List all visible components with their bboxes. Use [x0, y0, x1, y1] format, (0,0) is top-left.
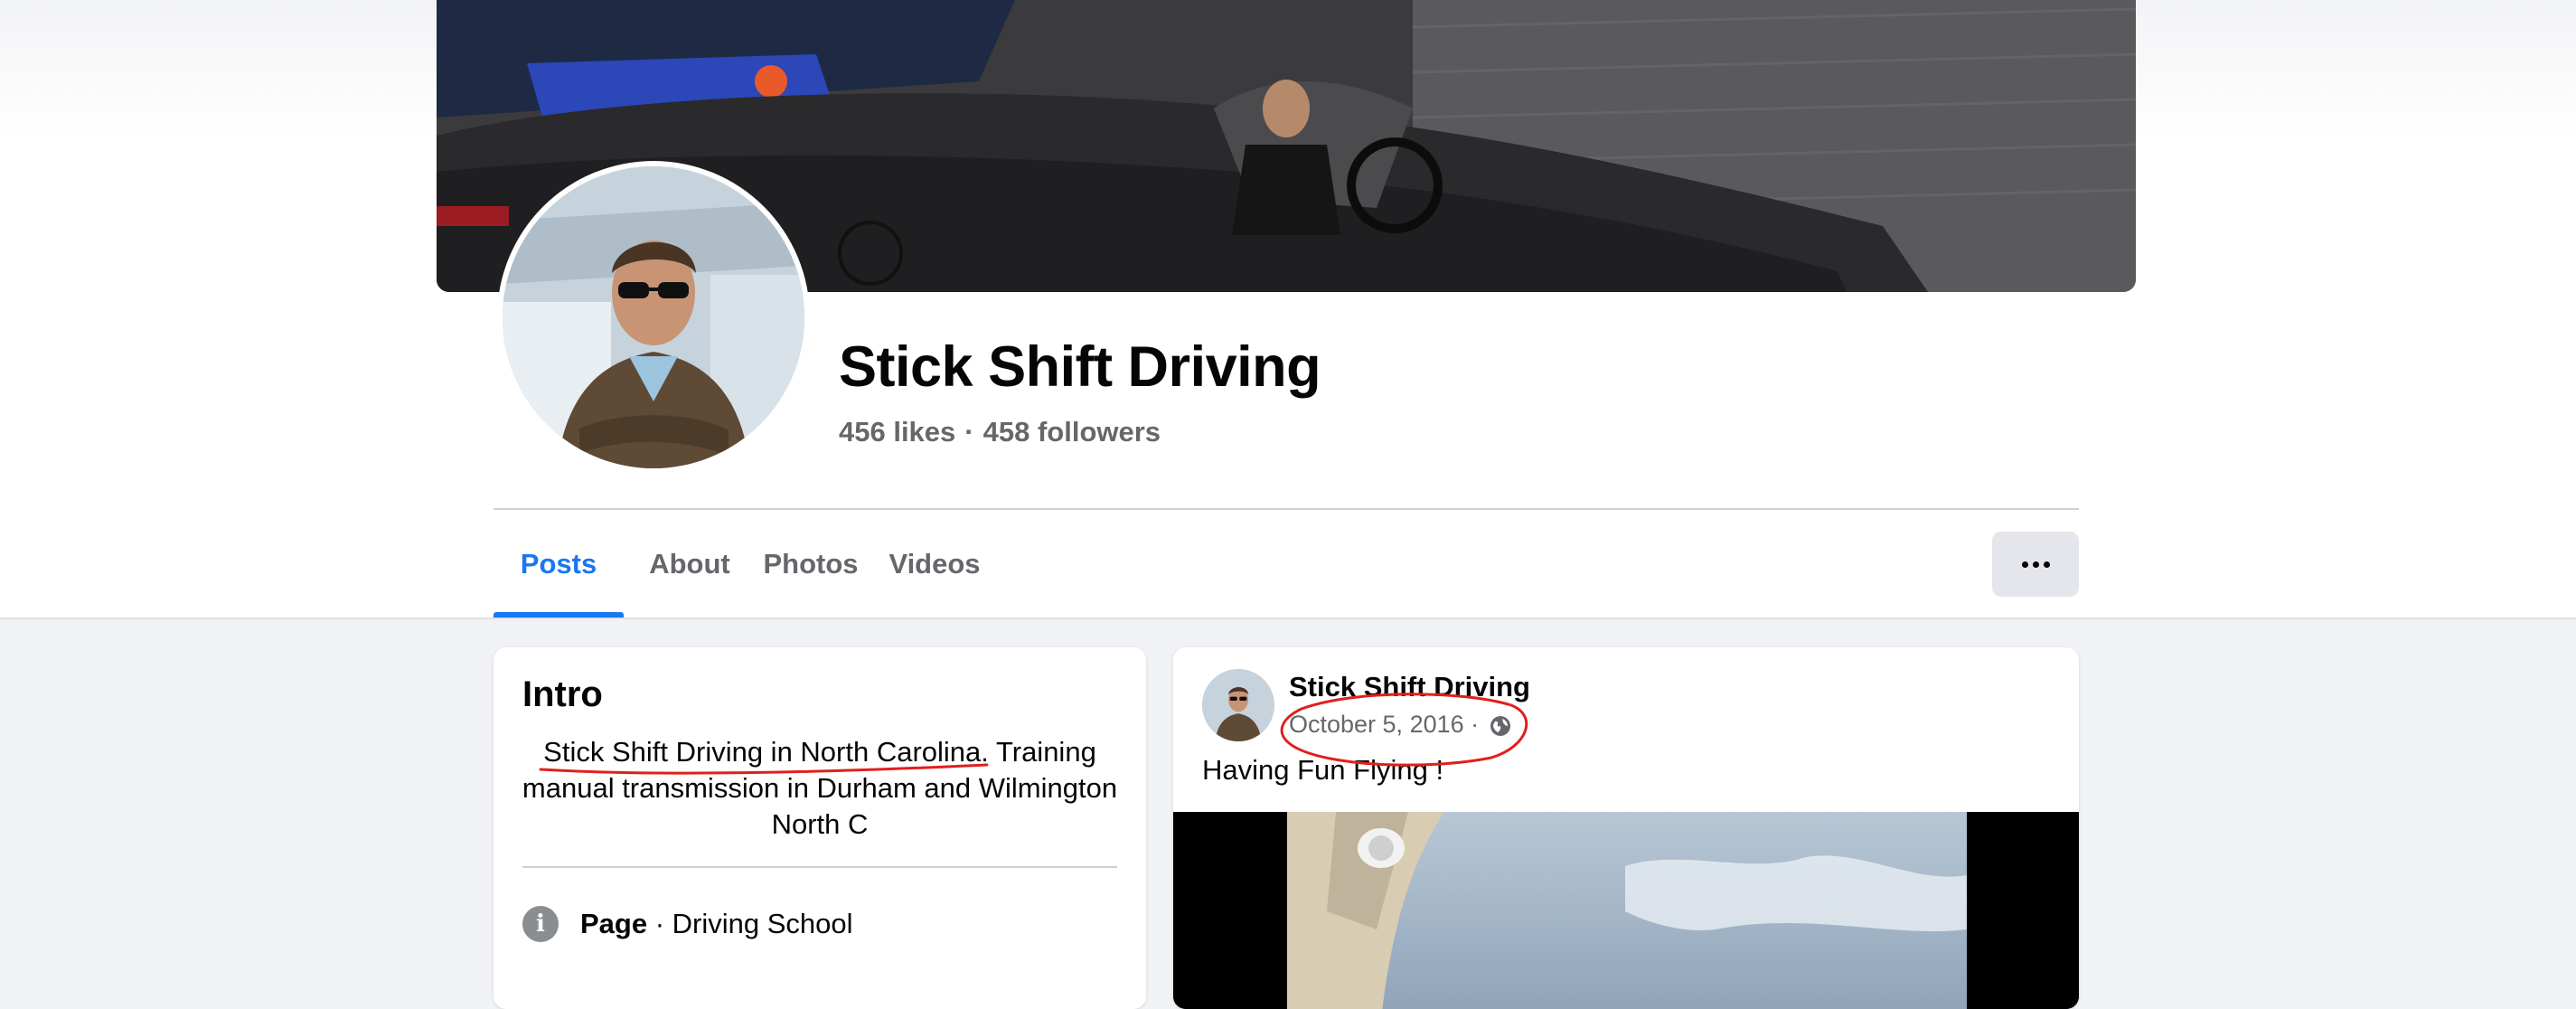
category-separator: · [647, 908, 672, 939]
profile-picture[interactable] [503, 166, 804, 468]
post-date[interactable]: October 5, 2016 [1289, 711, 1464, 738]
stats-separator: · [964, 416, 974, 448]
intro-bio: Stick Shift Driving in North Carolina. T… [513, 734, 1126, 843]
tab-videos[interactable]: Videos [880, 524, 989, 618]
intro-bio-highlight: Stick Shift Driving in North Carolina. [543, 736, 989, 768]
likes-count[interactable]: 456 likes [839, 416, 955, 448]
tab-about[interactable]: About [640, 524, 739, 618]
post-video[interactable] [1173, 812, 2079, 1009]
intro-card: Intro Stick Shift Driving in North Carol… [494, 647, 1146, 1009]
post-date-separator: · [1463, 711, 1486, 738]
post-timestamp[interactable]: October 5, 2016 · [1289, 711, 1511, 739]
info-icon: i [522, 906, 559, 942]
tab-photos[interactable]: Photos [756, 524, 866, 618]
globe-icon [1490, 715, 1510, 736]
page-category: Page · Driving School [580, 908, 853, 940]
post-author-name[interactable]: Stick Shift Driving [1289, 671, 1530, 703]
more-horizontal-icon [2021, 561, 2050, 568]
post-author-avatar-image [1202, 669, 1274, 741]
tab-posts[interactable]: Posts [494, 524, 624, 618]
post-video-thumbnail [1173, 812, 2079, 1009]
post-text: Having Fun Flying ! [1202, 754, 1444, 786]
intro-title: Intro [522, 674, 603, 714]
post-author-avatar[interactable] [1202, 669, 1274, 741]
post-card: Stick Shift Driving October 5, 2016 · Ha… [1173, 647, 2079, 1009]
profile-picture-image [503, 166, 804, 468]
more-options-button[interactable] [1992, 532, 2079, 597]
header-divider [494, 508, 2079, 510]
profile-header: Stick Shift Driving 456 likes · 458 follow… [0, 0, 2576, 619]
followers-count[interactable]: 458 followers [983, 416, 1161, 448]
category-label: Page [580, 908, 648, 939]
category-value[interactable]: Driving School [672, 908, 853, 939]
intro-divider [522, 866, 1117, 868]
page-title: Stick Shift Driving [839, 335, 1321, 399]
page-stats: 456 likes · 458 followers [839, 416, 1161, 448]
